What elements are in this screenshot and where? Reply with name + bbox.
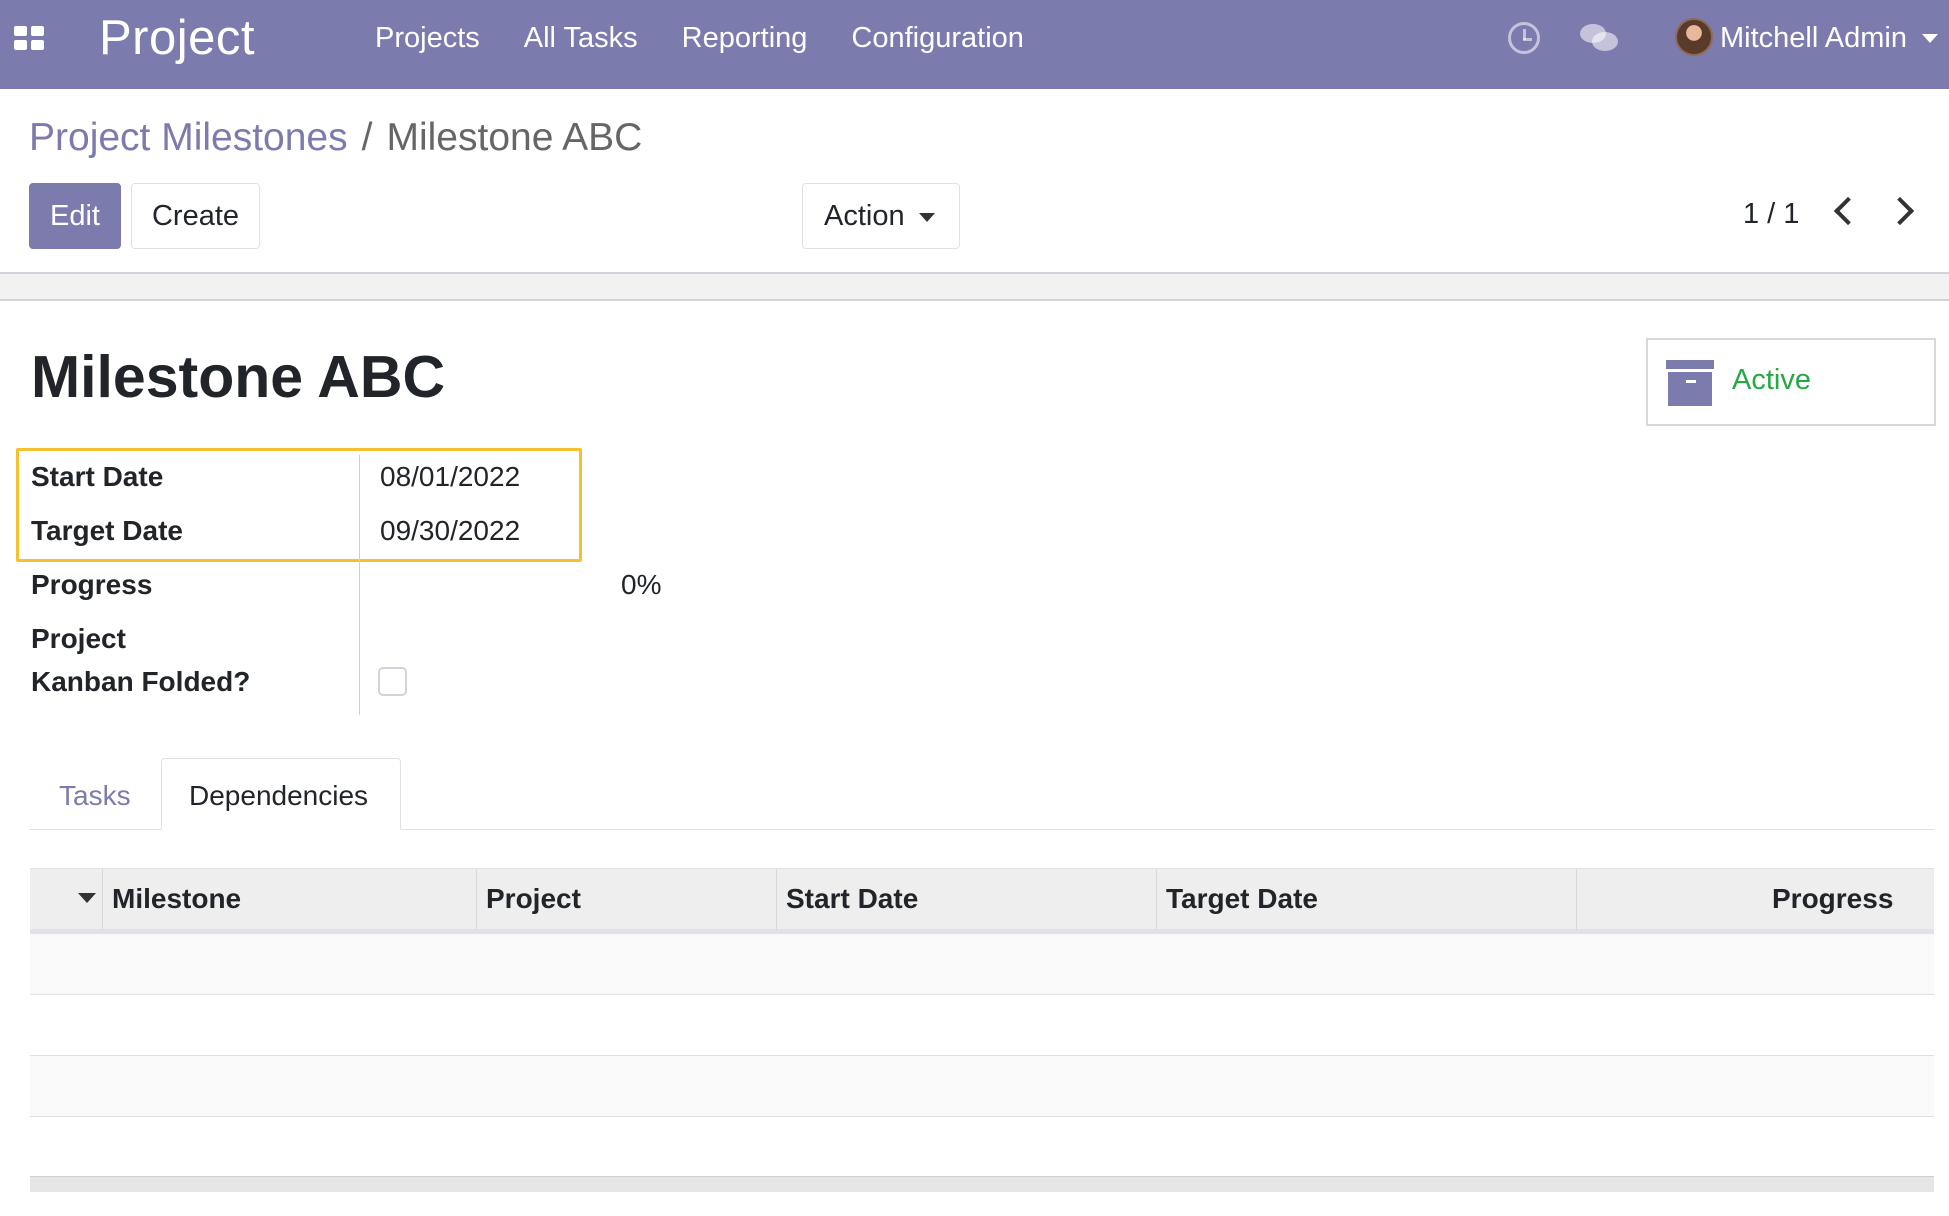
menu-item-projects[interactable]: Projects (375, 22, 480, 55)
table-row (30, 934, 1934, 995)
column-header-start-date[interactable]: Start Date (786, 883, 918, 915)
target-date-label: Target Date (31, 515, 183, 546)
pager-value[interactable]: 1 / 1 (1743, 198, 1799, 231)
menu-item-all-tasks[interactable]: All Tasks (524, 22, 638, 55)
column-separator (776, 869, 777, 930)
menu-item-configuration[interactable]: Configuration (851, 22, 1024, 55)
start-date-label: Start Date (31, 461, 164, 492)
kanban-folded-checkbox[interactable] (378, 667, 407, 696)
column-header-milestone[interactable]: Milestone (112, 883, 241, 915)
table-row (30, 1056, 1934, 1117)
record-title: Milestone ABC (31, 344, 446, 410)
column-separator (476, 869, 477, 930)
chevron-left-icon[interactable] (1833, 196, 1863, 226)
table-row (30, 1117, 1934, 1178)
statusbar-band (0, 274, 1949, 301)
kanban-folded-label-line2: Kanban Folded? (31, 666, 251, 697)
active-toggle-button[interactable]: Active (1646, 338, 1936, 426)
main-menu: Projects All Tasks Reporting Configurati… (375, 22, 1068, 55)
progress-label: Progress (31, 569, 153, 600)
caret-down-icon (919, 213, 935, 222)
action-dropdown-button[interactable]: Action (802, 183, 960, 249)
app-brand[interactable]: Project (99, 10, 255, 66)
table-horizontal-scrollbar[interactable] (30, 1176, 1934, 1192)
chevron-right-icon[interactable] (1885, 196, 1915, 226)
tab-dependencies[interactable]: Dependencies (189, 780, 368, 812)
apps-grid-icon[interactable] (14, 26, 44, 50)
status-label: Active (1732, 364, 1811, 396)
breadcrumb-current: Milestone ABC (386, 116, 643, 159)
table-row (30, 995, 1934, 1056)
column-separator (102, 869, 103, 930)
target-date-value: 09/30/2022 (380, 515, 521, 546)
breadcrumb: Project Milestones / Milestone ABC (29, 116, 642, 160)
clock-icon[interactable] (1508, 22, 1540, 54)
chevron-down-icon[interactable] (1922, 34, 1938, 43)
menu-item-reporting[interactable]: Reporting (682, 22, 808, 55)
start-date-value: 08/01/2022 (380, 461, 521, 492)
avatar[interactable] (1675, 18, 1713, 56)
column-header-target-date[interactable]: Target Date (1166, 883, 1318, 915)
archive-box-icon (1666, 360, 1714, 406)
action-label: Action (824, 199, 905, 232)
column-separator (1156, 869, 1157, 930)
top-navbar: Project Projects All Tasks Reporting Con… (0, 0, 1949, 89)
progress-value: 0% (621, 569, 662, 600)
dependencies-table-header: Milestone Project Start Date Target Date… (30, 868, 1934, 934)
user-menu-name[interactable]: Mitchell Admin (1720, 22, 1907, 55)
breadcrumb-parent[interactable]: Project Milestones (29, 116, 348, 160)
column-header-project[interactable]: Project (486, 883, 581, 915)
create-button[interactable]: Create (131, 183, 260, 249)
sort-caret-icon[interactable] (78, 893, 96, 903)
chat-icon[interactable] (1580, 22, 1620, 54)
kanban-folded-label-line1: Project (31, 623, 126, 654)
column-header-progress[interactable]: Progress (1772, 883, 1893, 915)
breadcrumb-separator: / (361, 116, 373, 159)
field-label-divider (359, 455, 360, 715)
column-separator (1576, 869, 1577, 930)
edit-button[interactable]: Edit (29, 183, 121, 249)
tab-tasks[interactable]: Tasks (59, 780, 131, 812)
